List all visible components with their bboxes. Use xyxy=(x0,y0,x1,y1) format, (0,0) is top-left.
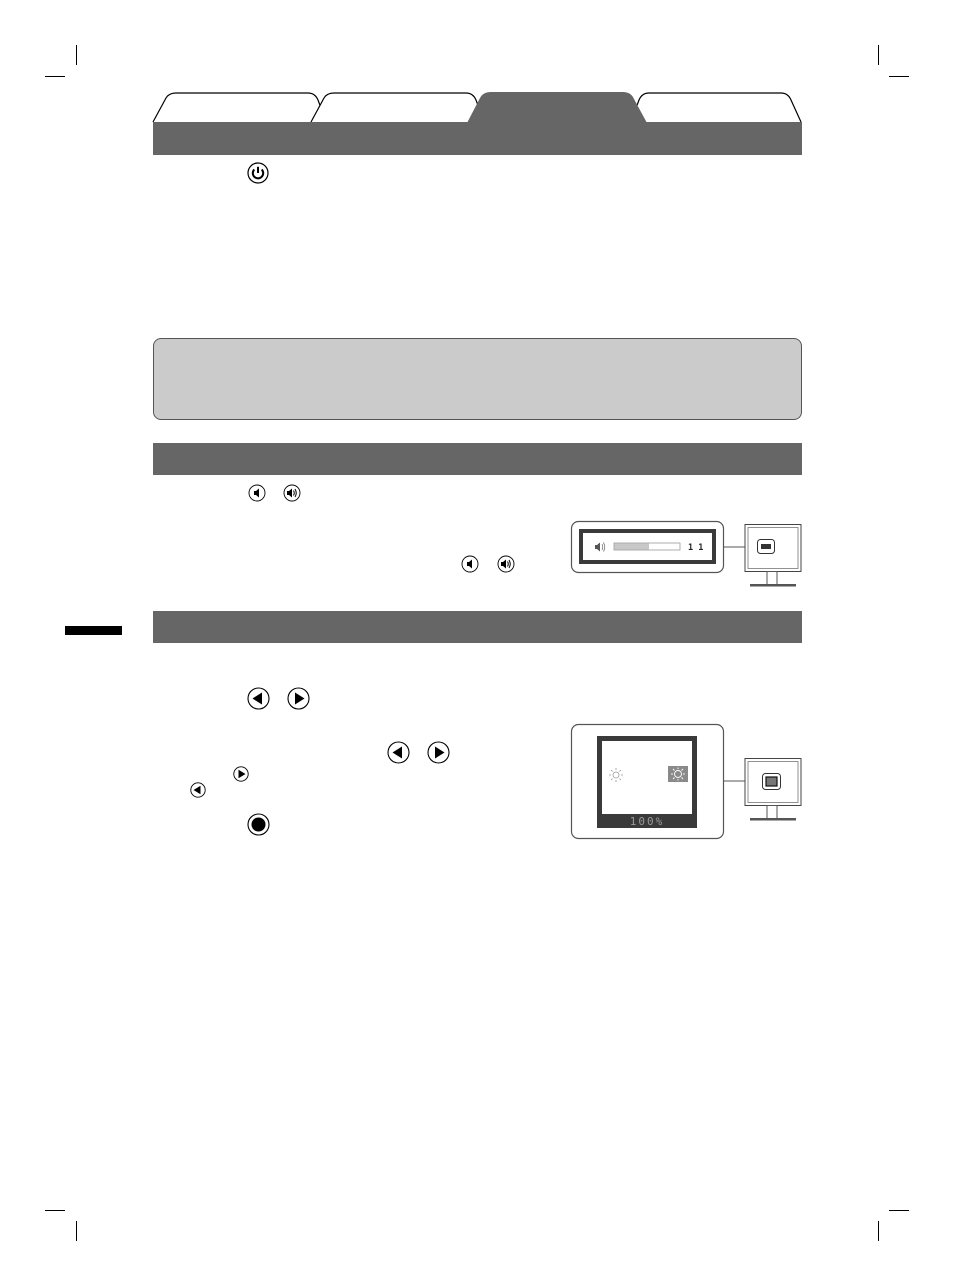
section-bar-brightness xyxy=(153,611,802,643)
crop-mark-top-left-vertical xyxy=(76,45,77,65)
crop-mark-bottom-right-vertical xyxy=(878,1221,879,1241)
volume-level-fill xyxy=(614,543,649,550)
section-bar-volume xyxy=(153,443,802,475)
right-arrow-icon xyxy=(287,687,310,710)
volume-down-icon xyxy=(461,555,479,573)
crop-mark-top-right-vertical xyxy=(878,45,879,65)
volume-up-icon xyxy=(497,555,515,573)
tab-header-bar xyxy=(153,122,802,155)
left-arrow-icon xyxy=(247,687,270,710)
left-arrow-icon xyxy=(190,782,206,798)
volume-down-icon xyxy=(248,484,266,502)
tab-2[interactable] xyxy=(310,92,480,123)
crop-mark-top-left-horizontal xyxy=(45,76,65,77)
crop-mark-bottom-left-horizontal xyxy=(45,1210,65,1211)
volume-osd-illustration: 1 1 xyxy=(570,520,802,587)
tab-4[interactable] xyxy=(635,92,802,123)
right-arrow-icon xyxy=(233,766,249,782)
enter-icon xyxy=(247,813,270,836)
brightness-osd-illustration: 100% xyxy=(570,723,802,840)
crop-mark-top-right-horizontal xyxy=(889,76,909,77)
tab-3-active[interactable] xyxy=(467,92,647,123)
power-icon xyxy=(247,162,269,184)
tab-1[interactable] xyxy=(152,92,322,123)
volume-up-icon xyxy=(283,484,301,502)
chapter-side-marker xyxy=(65,626,122,635)
sun-large-icon xyxy=(668,766,688,782)
brightness-value: 100% xyxy=(630,815,665,828)
volume-value: 1 1 xyxy=(688,543,703,553)
note-box xyxy=(153,338,802,420)
chapter-tabs xyxy=(152,92,802,155)
crop-mark-bottom-left-vertical xyxy=(76,1221,77,1241)
left-arrow-icon xyxy=(387,741,410,764)
right-arrow-icon xyxy=(427,741,450,764)
monitor-icon xyxy=(744,524,802,587)
monitor-icon xyxy=(744,758,802,821)
crop-mark-bottom-right-horizontal xyxy=(889,1210,909,1211)
